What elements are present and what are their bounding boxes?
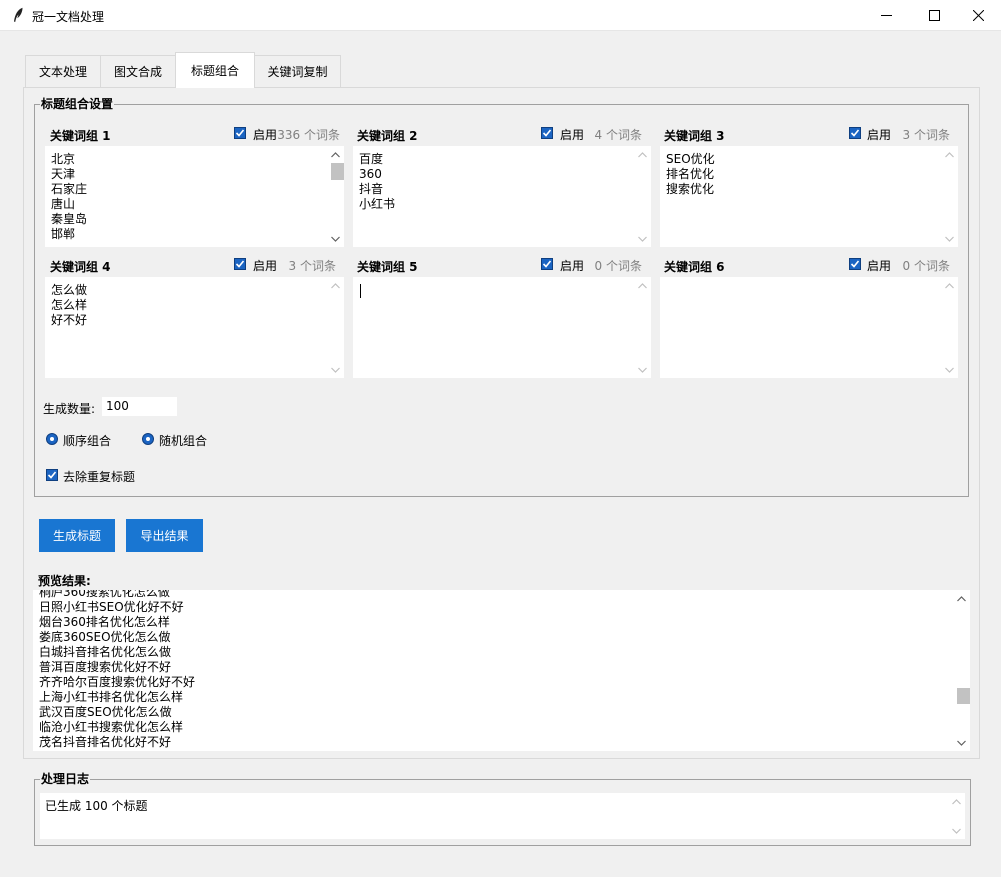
close-button[interactable] <box>955 0 1001 31</box>
preview-label: 预览结果: <box>38 574 91 588</box>
keyword-group-5-textarea[interactable] <box>353 277 651 378</box>
scroll-thumb[interactable] <box>331 163 344 180</box>
scroll-up-icon[interactable] <box>953 590 970 607</box>
dedupe-checkbox[interactable] <box>46 469 58 481</box>
scroll-down-icon[interactable] <box>634 361 651 378</box>
preview-scrollbar[interactable] <box>953 590 970 751</box>
feather-icon <box>12 7 24 23</box>
sequential-combo-radio[interactable] <box>46 433 58 445</box>
checkmark-icon <box>542 129 552 137</box>
keyword-group-4-textarea[interactable]: 怎么做 怎么样 好不好 <box>45 277 344 378</box>
keyword-group-5-enable-checkbox[interactable] <box>541 258 553 270</box>
keyword-group-1-text: 北京 天津 石家庄 唐山 秦皇岛 邯郸 <box>51 152 88 241</box>
keyword-group-2-scrollbar[interactable] <box>634 146 651 247</box>
log-textarea[interactable]: 已生成 100 个标题 <box>40 793 965 839</box>
random-combo-radio[interactable] <box>142 433 154 445</box>
keyword-group-1-enable-checkbox[interactable] <box>234 127 246 139</box>
scroll-up-icon[interactable] <box>327 277 344 294</box>
scroll-down-icon[interactable] <box>327 361 344 378</box>
log-legend: 处理日志 <box>40 772 91 786</box>
keyword-group-4-text: 怎么做 怎么样 好不好 <box>51 283 88 327</box>
minimize-button[interactable] <box>863 0 909 31</box>
keyword-group-2-textarea[interactable]: 百度 360 抖音 小红书 <box>353 146 651 247</box>
scroll-down-icon[interactable] <box>941 230 958 247</box>
keyword-group-6-count: 0 个词条 <box>902 259 950 273</box>
keyword-group-2-count: 4 个词条 <box>594 128 642 142</box>
sequential-combo-label: 顺序组合 <box>63 434 112 448</box>
scroll-down-icon[interactable] <box>634 230 651 247</box>
keyword-group-4-scrollbar[interactable] <box>327 277 344 378</box>
title-bar: 冠一文档处理 <box>0 0 1001 31</box>
scroll-down-icon[interactable] <box>941 361 958 378</box>
random-combo-label: 随机组合 <box>159 434 208 448</box>
keyword-group-2-label: 关键词组 2 <box>357 129 418 143</box>
generate-count-input[interactable]: 100 <box>102 397 177 416</box>
keyword-group-3-text: SEO优化 排名优化 搜索优化 <box>666 152 715 196</box>
dedupe-label: 去除重复标题 <box>63 470 136 484</box>
log-text: 已生成 100 个标题 <box>45 799 148 813</box>
tab-image-text[interactable]: 图文合成 <box>100 55 176 87</box>
scroll-down-icon[interactable] <box>953 734 970 751</box>
keyword-group-1-label: 关键词组 1 <box>50 129 111 143</box>
scroll-up-icon[interactable] <box>948 793 965 810</box>
preview-results-textarea[interactable]: 桐庐360搜索优化怎么做 日照小红书SEO优化好不好 烟台360排名优化怎么样 … <box>33 590 970 751</box>
maximize-button[interactable] <box>911 0 957 31</box>
keyword-group-2-text: 百度 360 抖音 小红书 <box>359 152 396 211</box>
export-results-button[interactable]: 导出结果 <box>126 519 203 552</box>
checkmark-icon <box>850 129 860 137</box>
checkmark-icon <box>235 129 245 137</box>
keyword-group-6-label: 关键词组 6 <box>664 260 725 274</box>
keyword-group-3-enable-checkbox[interactable] <box>849 127 861 139</box>
keyword-group-3-count: 3 个词条 <box>902 128 950 142</box>
checkmark-icon <box>850 260 860 268</box>
keyword-group-6-scrollbar[interactable] <box>941 277 958 378</box>
tab-text-processing[interactable]: 文本处理 <box>25 55 101 87</box>
keyword-group-1-count: 336 个词条 <box>277 128 340 142</box>
keyword-group-4-count: 3 个词条 <box>288 259 336 273</box>
tab-keyword-copy[interactable]: 关键词复制 <box>254 55 341 87</box>
scroll-up-icon[interactable] <box>327 146 344 163</box>
scroll-thumb[interactable] <box>957 688 970 704</box>
keyword-group-3-textarea[interactable]: SEO优化 排名优化 搜索优化 <box>660 146 958 247</box>
scroll-up-icon[interactable] <box>634 277 651 294</box>
scroll-down-icon[interactable] <box>948 822 965 839</box>
keyword-group-5-label: 关键词组 5 <box>357 260 418 274</box>
keyword-group-5-scrollbar[interactable] <box>634 277 651 378</box>
keyword-group-5-count: 0 个词条 <box>594 259 642 273</box>
keyword-group-3-scrollbar[interactable] <box>941 146 958 247</box>
maximize-icon <box>928 10 940 21</box>
scroll-up-icon[interactable] <box>941 146 958 163</box>
keyword-group-3-label: 关键词组 3 <box>664 129 725 143</box>
keyword-group-2-enable-checkbox[interactable] <box>541 127 553 139</box>
settings-legend: 标题组合设置 <box>40 97 115 111</box>
close-icon <box>972 10 984 21</box>
checkmark-icon <box>47 471 57 479</box>
checkmark-icon <box>235 260 245 268</box>
window-title: 冠一文档处理 <box>32 10 105 24</box>
keyword-group-4-enable-checkbox[interactable] <box>234 258 246 270</box>
tab-title-combo[interactable]: 标题组合 <box>175 52 255 88</box>
keyword-group-6-textarea[interactable] <box>660 277 958 378</box>
generate-count-label: 生成数量: <box>43 402 96 416</box>
generate-titles-button[interactable]: 生成标题 <box>39 519 115 552</box>
keyword-group-4-label: 关键词组 4 <box>50 260 111 274</box>
keyword-group-1-scrollbar[interactable] <box>327 146 344 247</box>
keyword-group-6-enable-checkbox[interactable] <box>849 258 861 270</box>
keyword-group-1-textarea[interactable]: 北京 天津 石家庄 唐山 秦皇岛 邯郸 <box>45 146 344 247</box>
text-cursor <box>360 284 361 298</box>
scroll-down-icon[interactable] <box>327 230 344 247</box>
preview-results-text: 桐庐360搜索优化怎么做 日照小红书SEO优化好不好 烟台360排名优化怎么样 … <box>39 590 196 749</box>
scroll-up-icon[interactable] <box>941 277 958 294</box>
log-scrollbar[interactable] <box>948 793 965 839</box>
checkmark-icon <box>542 260 552 268</box>
minimize-icon <box>880 15 892 16</box>
scroll-up-icon[interactable] <box>634 146 651 163</box>
